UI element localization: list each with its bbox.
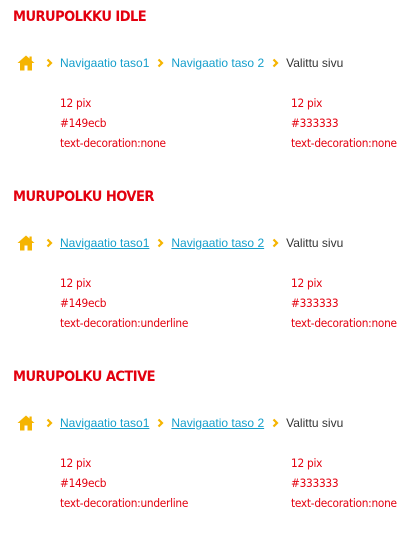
separator xyxy=(151,58,169,68)
section-title: MURUPOLKKU IDLE xyxy=(13,9,147,25)
section-title: MURUPOLKU ACTIVE xyxy=(13,369,156,385)
separator xyxy=(151,418,169,428)
spec-color: #149ecb xyxy=(60,296,107,310)
spec-size: 12 pix xyxy=(291,96,323,110)
chevron-right-icon xyxy=(157,58,164,68)
chevron-right-icon xyxy=(157,238,164,248)
breadcrumb-current-page: Valittu sivu xyxy=(286,56,344,70)
current-spec: 12 pix #333333 text-decoration:none xyxy=(291,273,406,333)
spec-color: #149ecb xyxy=(60,116,107,130)
section-active: MURUPOLKU ACTIVE Navigaatio taso1 Naviga… xyxy=(0,360,415,540)
spec-size: 12 pix xyxy=(291,276,323,290)
spec-decoration: text-decoration:underline xyxy=(60,316,189,330)
home-icon xyxy=(17,415,35,431)
spec-size: 12 pix xyxy=(291,456,323,470)
separator xyxy=(40,418,58,428)
section-idle: MURUPOLKKU IDLE Navigaatio taso1 Navigaa… xyxy=(0,0,415,180)
home-link[interactable] xyxy=(17,414,36,432)
breadcrumb-link-level2[interactable]: Navigaatio taso 2 xyxy=(169,416,266,430)
spec-color: #333333 xyxy=(291,116,339,130)
chevron-right-icon xyxy=(46,58,53,68)
current-spec: 12 pix #333333 text-decoration:none xyxy=(291,93,406,153)
breadcrumb-link-level2[interactable]: Navigaatio taso 2 xyxy=(169,236,266,250)
breadcrumb-link-level1[interactable]: Navigaatio taso1 xyxy=(58,416,151,430)
chevron-right-icon xyxy=(46,238,53,248)
spec-decoration: text-decoration:underline xyxy=(60,496,189,510)
home-icon xyxy=(17,55,35,71)
spec-color: #149ecb xyxy=(60,476,107,490)
separator xyxy=(266,58,284,68)
spec-size: 12 pix xyxy=(60,276,92,290)
home-icon xyxy=(17,235,35,251)
breadcrumb-link-level1[interactable]: Navigaatio taso1 xyxy=(58,56,151,70)
chevron-right-icon xyxy=(272,418,279,428)
spec-decoration: text-decoration:none xyxy=(291,496,397,510)
link-spec: 12 pix #149ecb text-decoration:none xyxy=(60,93,175,153)
breadcrumb-link-level2[interactable]: Navigaatio taso 2 xyxy=(169,56,266,70)
separator xyxy=(40,58,58,68)
breadcrumb: Navigaatio taso1 Navigaatio taso 2 Valit… xyxy=(17,414,345,432)
chevron-right-icon xyxy=(272,238,279,248)
separator xyxy=(151,238,169,248)
home-link[interactable] xyxy=(17,54,36,72)
section-title: MURUPOLKU HOVER xyxy=(13,189,154,205)
section-hover: MURUPOLKU HOVER Navigaatio taso1 Navigaa… xyxy=(0,180,415,360)
spec-color: #333333 xyxy=(291,476,339,490)
spec-size: 12 pix xyxy=(60,456,92,470)
chevron-right-icon xyxy=(46,418,53,428)
chevron-right-icon xyxy=(157,418,164,428)
breadcrumb-current-page: Valittu sivu xyxy=(286,236,344,250)
separator xyxy=(266,418,284,428)
breadcrumb: Navigaatio taso1 Navigaatio taso 2 Valit… xyxy=(17,234,345,252)
chevron-right-icon xyxy=(272,58,279,68)
spec-size: 12 pix xyxy=(60,96,92,110)
spec-decoration: text-decoration:none xyxy=(60,136,166,150)
spec-decoration: text-decoration:none xyxy=(291,136,397,150)
current-spec: 12 pix #333333 text-decoration:none xyxy=(291,453,406,513)
breadcrumb-current-page: Valittu sivu xyxy=(286,416,344,430)
separator xyxy=(266,238,284,248)
home-link[interactable] xyxy=(17,234,36,252)
spec-color: #333333 xyxy=(291,296,339,310)
link-spec: 12 pix #149ecb text-decoration:underline xyxy=(60,453,199,513)
breadcrumb: Navigaatio taso1 Navigaatio taso 2 Valit… xyxy=(17,54,345,72)
link-spec: 12 pix #149ecb text-decoration:underline xyxy=(60,273,199,333)
spec-decoration: text-decoration:none xyxy=(291,316,397,330)
breadcrumb-link-level1[interactable]: Navigaatio taso1 xyxy=(58,236,151,250)
separator xyxy=(40,238,58,248)
